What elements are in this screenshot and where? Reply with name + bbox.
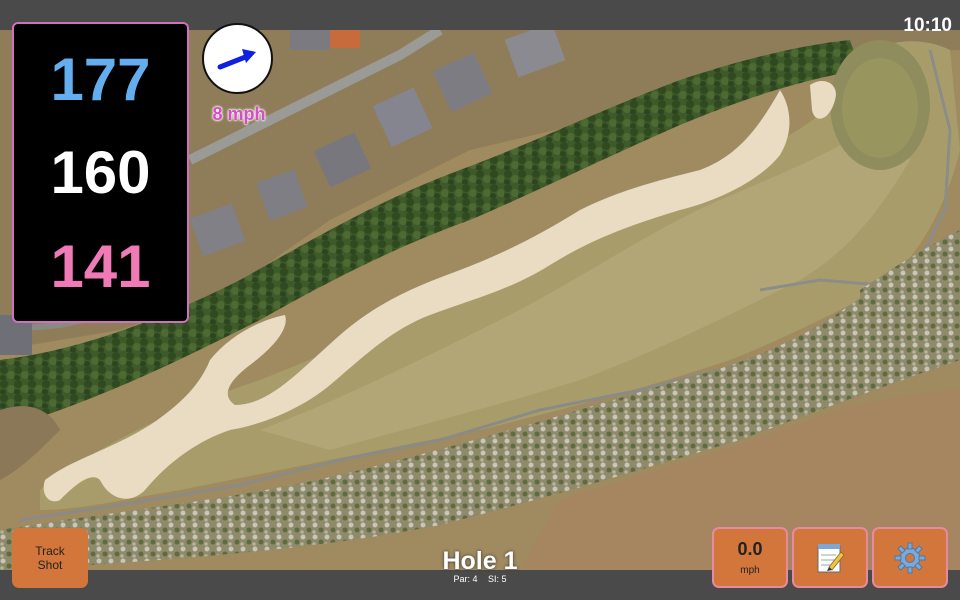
distance-panel[interactable]: 177 160 141 xyxy=(12,22,189,323)
speed-unit: mph xyxy=(740,565,760,576)
hole-details: Par: 4 SI: 5 xyxy=(420,574,540,584)
hole-si: SI: 5 xyxy=(488,574,507,584)
track-shot-label-line2: Shot xyxy=(37,558,63,572)
speed-button[interactable]: 0.0 mph xyxy=(712,527,788,588)
distance-front: 141 xyxy=(50,233,151,300)
settings-button[interactable] xyxy=(872,527,948,588)
track-shot-label-line1: Track xyxy=(35,544,65,558)
wind-speed: 8 mph xyxy=(212,104,266,124)
gear-icon xyxy=(894,542,926,573)
scorecard-button[interactable] xyxy=(792,527,868,588)
hole-info: Hole 1 Par: 4 SI: 5 xyxy=(420,548,540,584)
arrow-right-icon xyxy=(217,49,256,70)
hole-par: Par: 4 xyxy=(453,574,478,584)
distance-middle: 160 xyxy=(50,139,151,206)
distance-back: 177 xyxy=(50,46,151,113)
speed-value: 0.0 xyxy=(737,539,763,559)
hole-title: Hole 1 xyxy=(442,547,518,575)
clock: 10:10 xyxy=(903,15,952,36)
notepad-icon xyxy=(817,543,845,572)
wind-indicator xyxy=(202,23,273,94)
track-shot-button[interactable]: Track Shot xyxy=(12,528,88,588)
